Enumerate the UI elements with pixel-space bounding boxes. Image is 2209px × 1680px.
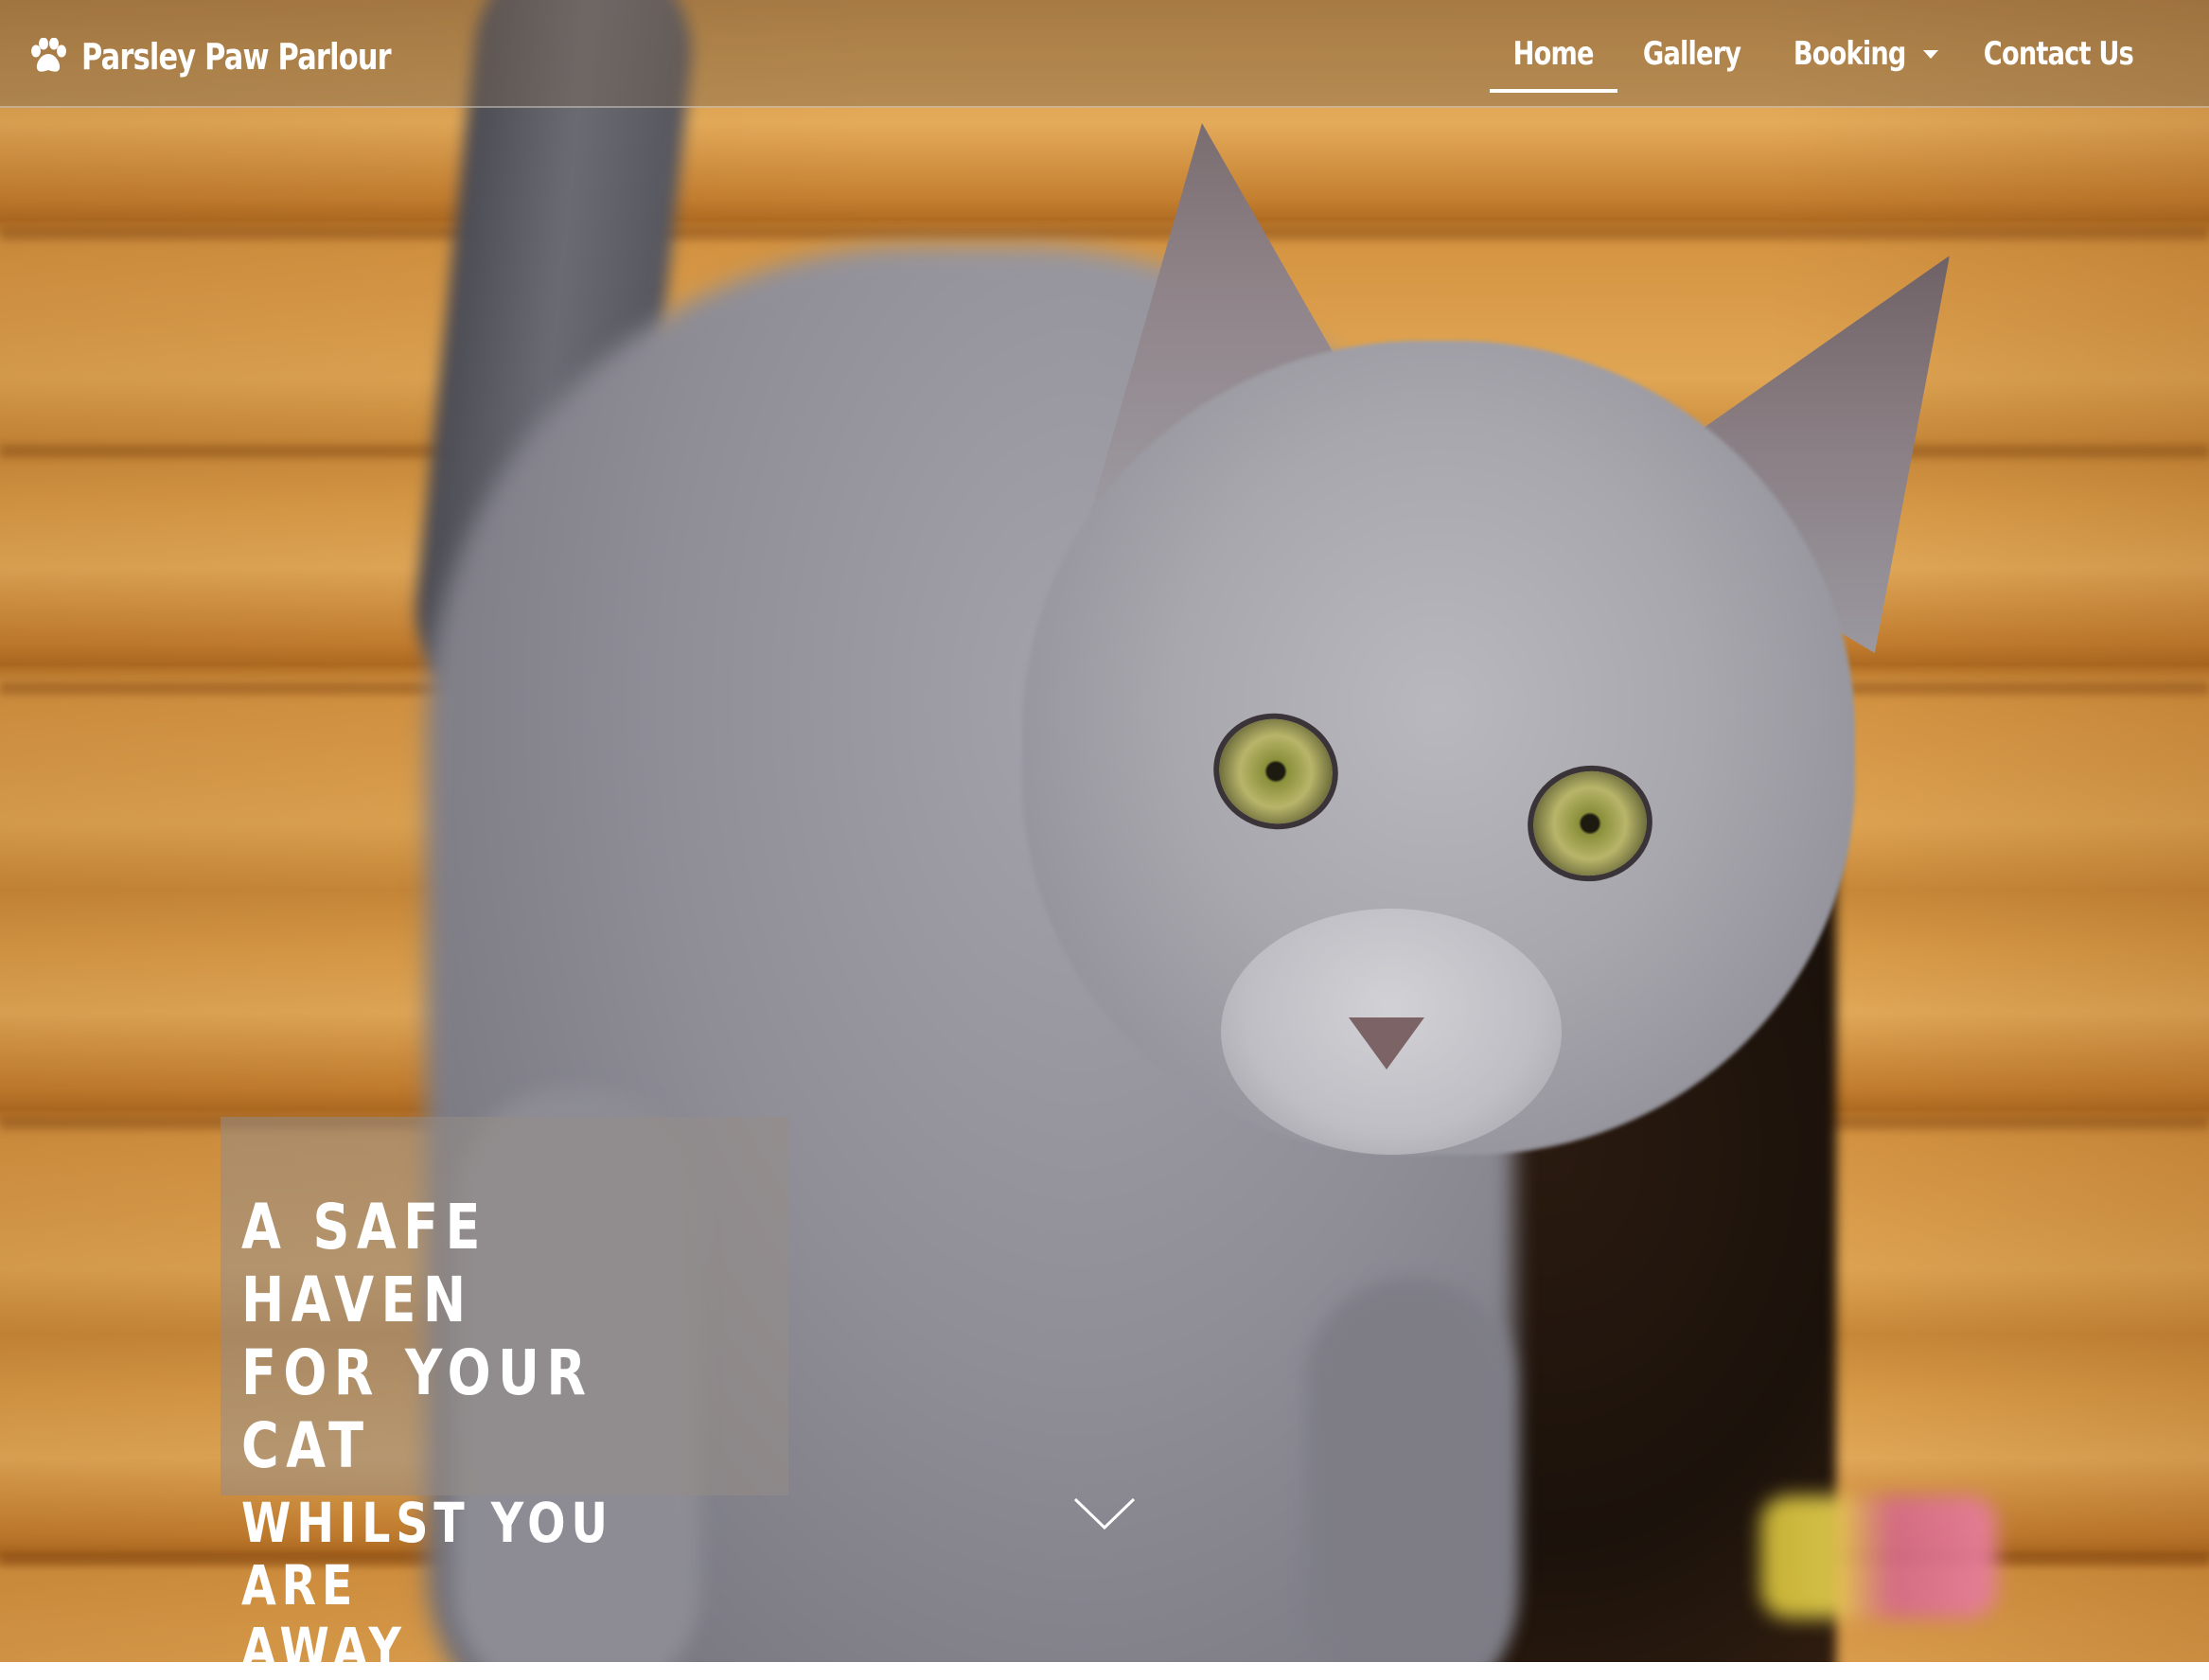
nav-gallery-label: Gallery [1642, 35, 1741, 73]
top-navbar: Parsley Paw Parlour Home Gallery Booking… [0, 0, 2209, 108]
cat-leg [1306, 1278, 1514, 1662]
wood-plank-line [0, 227, 2209, 240]
hero-tagline-box: A SAFE HAVEN FOR YOUR CAT WHILST YOU ARE… [221, 1117, 788, 1679]
nav-home-label: Home [1512, 35, 1595, 73]
brand-name: Parsley Paw Parlour [81, 36, 392, 78]
chevron-down-icon[interactable] [1073, 1495, 1136, 1533]
paw-icon [28, 37, 68, 76]
nav-booking-label: Booking [1793, 35, 1907, 73]
nav-contact-label: Contact Us [1983, 35, 2134, 73]
brand-link[interactable]: Parsley Paw Parlour [28, 28, 468, 85]
nav-contact[interactable]: Contact Us [1952, 21, 2165, 87]
caret-down-icon [1923, 49, 1939, 59]
nav-home[interactable]: Home [1490, 21, 1617, 93]
hero-tagline-main: A SAFE HAVEN FOR YOUR CAT [241, 1191, 593, 1482]
hero-tagline-sub: WHILST YOU ARE AWAY [241, 1491, 613, 1680]
main-nav: Home Gallery Booking Contact Us [1490, 21, 2165, 93]
cat-toy [1760, 1495, 1997, 1618]
nav-gallery[interactable]: Gallery [1617, 21, 1766, 87]
nav-booking-dropdown[interactable]: Booking [1766, 21, 1952, 87]
